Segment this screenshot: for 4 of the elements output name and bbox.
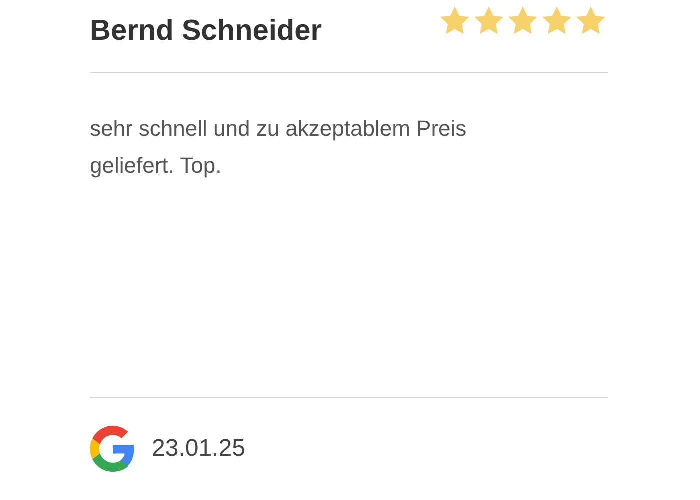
review-text: sehr schnell und zu akzeptablem Preis geliefert. Top. [90, 115, 468, 180]
google-logo-icon [90, 426, 136, 472]
reviewer-name: Bernd Schneider [90, 14, 322, 49]
review-date: 23.01.25 [152, 434, 246, 464]
